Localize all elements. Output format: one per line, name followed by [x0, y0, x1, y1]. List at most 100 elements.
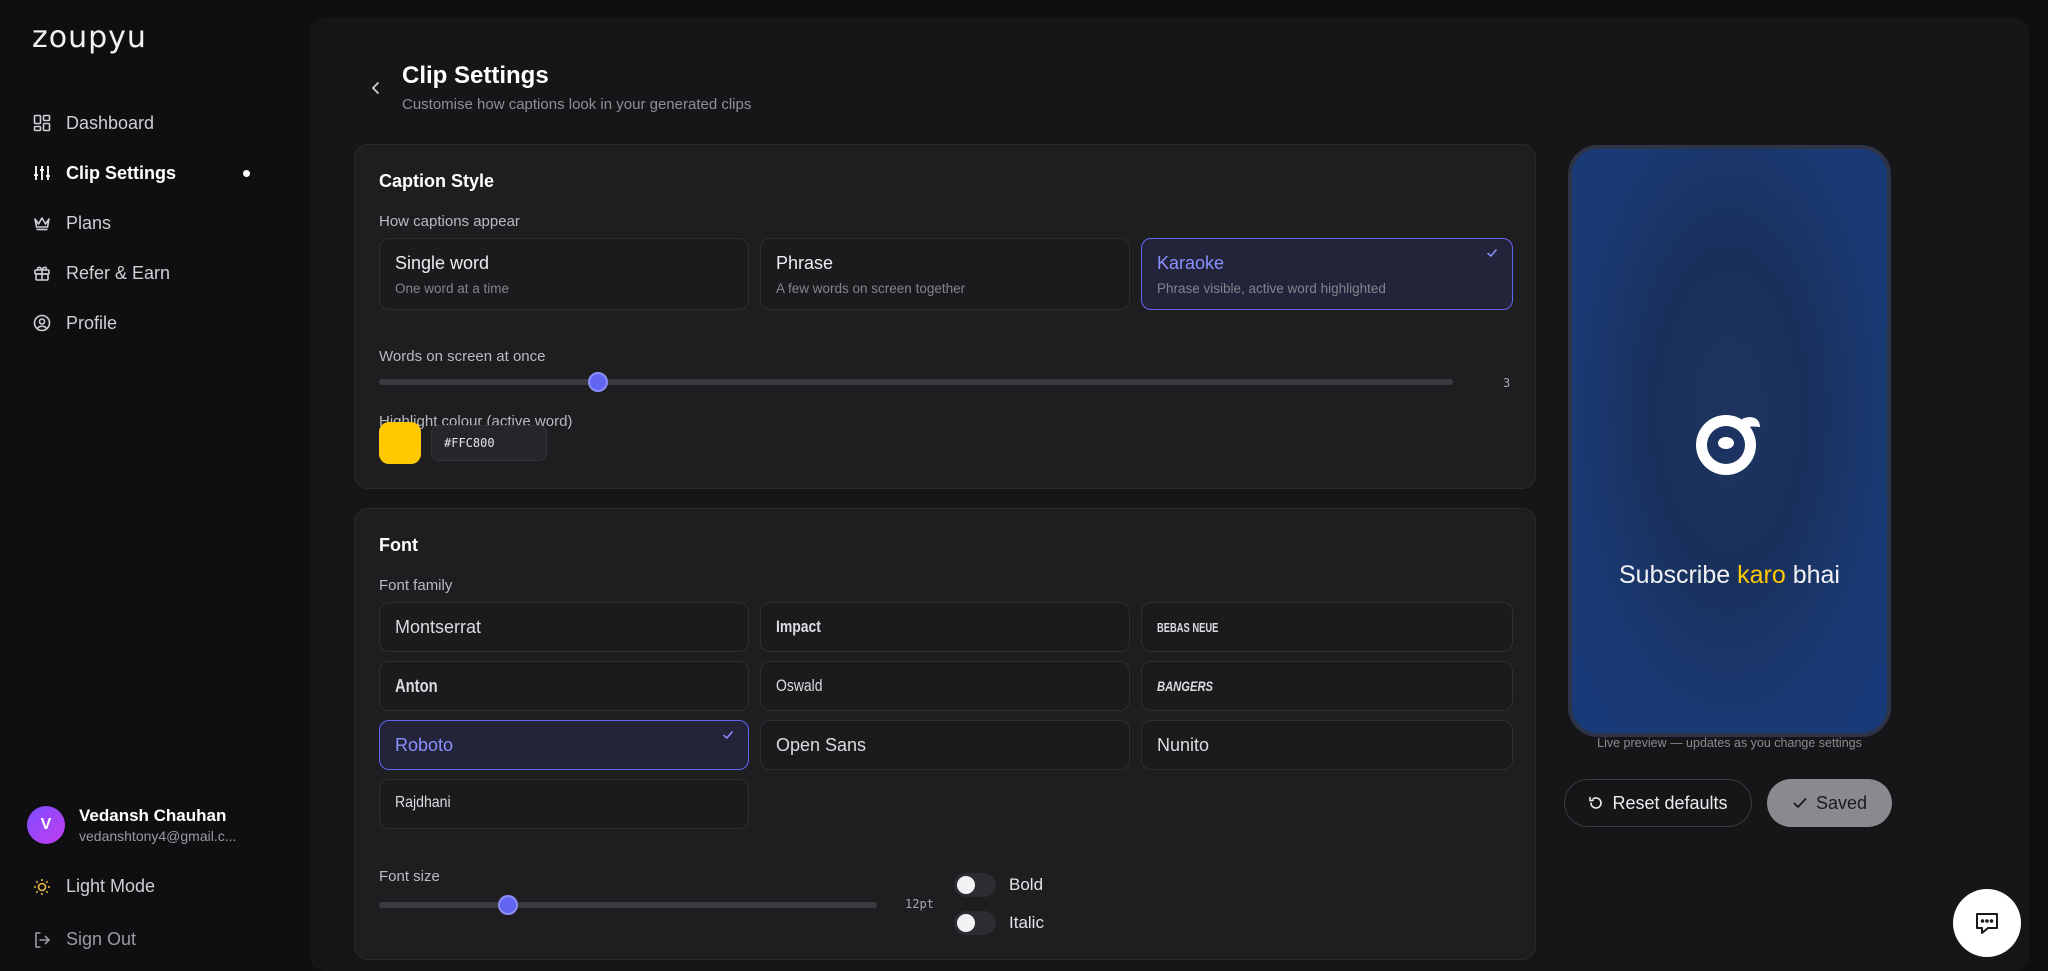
page-subtitle: Customise how captions look in your gene…	[402, 96, 752, 113]
font-size-slider-track[interactable]	[379, 902, 877, 908]
crown-icon	[32, 213, 52, 233]
words-slider-value: 3	[1503, 376, 1511, 390]
highlight-colour-swatch[interactable]	[379, 422, 421, 464]
sidebar: zoupyu Dashboard Clip Settings Plans Ref…	[0, 0, 300, 971]
option-desc: One word at a time	[395, 281, 510, 296]
page-title: Clip Settings	[402, 62, 549, 89]
sidebar-item-profile[interactable]: Profile	[30, 298, 270, 348]
font-option-montserrat[interactable]: Montserrat	[379, 602, 749, 652]
font-option-label: Roboto	[395, 735, 454, 755]
user-name: Vedansh Chauhan	[79, 806, 227, 825]
font-option-roboto[interactable]: Roboto	[379, 720, 749, 770]
font-option-anton[interactable]: Anton	[379, 661, 749, 711]
saved-label: Saved	[1815, 792, 1868, 813]
caption-style-card: Caption Style How captions appear Single…	[354, 144, 1536, 489]
font-option-nunito[interactable]: Nunito	[1141, 720, 1513, 770]
chevron-left-icon	[371, 82, 379, 94]
font-option-label: BEBAS NEUE	[1157, 620, 1219, 635]
caption-after: bhai	[1785, 561, 1840, 589]
highlight-hex-input[interactable]	[431, 425, 547, 461]
font-option-label: Open Sans	[776, 735, 867, 755]
sidebar-item-plans[interactable]: Plans	[30, 198, 270, 248]
font-size-label: Font size	[379, 868, 440, 885]
caption-highlight-word: karo	[1737, 561, 1786, 589]
font-option-rajdhani[interactable]: Rajdhani	[379, 779, 749, 829]
caption-before: Subscribe	[1619, 561, 1738, 589]
font-option-bebas-neue[interactable]: BEBAS NEUE	[1141, 602, 1513, 652]
chat-support-button[interactable]	[1953, 889, 2021, 957]
font-option-impact[interactable]: Impact	[760, 602, 1130, 652]
caption-style-title: Caption Style	[379, 171, 495, 191]
sun-icon	[32, 877, 52, 897]
user-email: vedanshtony4@gmail.c...	[79, 828, 237, 844]
light-mode-label: Light Mode	[66, 876, 156, 896]
reset-defaults-label: Reset defaults	[1612, 792, 1728, 813]
app-logo[interactable]: zoupyu	[32, 20, 147, 55]
sidebar-item-label: Dashboard	[66, 112, 155, 133]
sidebar-item-label: Clip Settings	[66, 162, 177, 183]
main-panel: Clip Settings Customise how captions loo…	[310, 18, 2029, 971]
sign-out-label: Sign Out	[66, 929, 137, 949]
font-card: Font Font family Montserrat Impact BEBAS…	[354, 508, 1536, 960]
how-captions-label: How captions appear	[379, 213, 520, 230]
font-option-open-sans[interactable]: Open Sans	[760, 720, 1130, 770]
sliders-icon	[32, 163, 52, 183]
font-family-label: Font family	[379, 577, 453, 594]
light-mode-toggle[interactable]: Light Mode	[32, 876, 155, 897]
font-option-label: Rajdhani	[395, 794, 451, 811]
font-option-label: BANGERS	[1157, 678, 1214, 694]
font-option-oswald[interactable]: Oswald	[760, 661, 1130, 711]
bold-label: Bold	[1009, 875, 1044, 894]
preview-note: Live preview — updates as you change set…	[1597, 736, 1862, 750]
words-on-screen-label: Words on screen at once	[379, 348, 546, 365]
app-mark-icon	[1696, 415, 1760, 475]
gift-icon	[32, 263, 52, 283]
option-title: Phrase	[776, 253, 834, 273]
sidebar-item-dashboard[interactable]: Dashboard	[30, 98, 270, 148]
bold-toggle[interactable]	[954, 873, 996, 897]
check-icon	[723, 731, 733, 740]
option-title: Karaoke	[1157, 253, 1225, 273]
reset-icon	[1588, 795, 1604, 811]
sign-out-icon	[32, 930, 52, 950]
user-info: Vedansh Chauhan vedanshtony4@gmail.c...	[79, 806, 236, 844]
sidebar-item-label: Profile	[66, 312, 118, 333]
check-icon	[1792, 795, 1808, 811]
reset-defaults-button[interactable]: Reset defaults	[1564, 779, 1752, 827]
font-option-label: Anton	[395, 676, 438, 696]
font-option-bangers[interactable]: BANGERS	[1141, 661, 1513, 711]
toggle-knob	[957, 914, 975, 932]
font-size-value: 12pt	[905, 897, 934, 911]
saved-button[interactable]: Saved	[1767, 779, 1892, 827]
phone-preview: Subscribe karo bhai	[1568, 145, 1891, 737]
words-slider-thumb[interactable]	[588, 372, 608, 392]
toggle-knob	[957, 876, 975, 894]
check-icon	[1487, 249, 1497, 258]
back-button[interactable]	[364, 76, 388, 100]
caption-option-single-word[interactable]: Single word One word at a time	[379, 238, 749, 310]
sign-out-button[interactable]: Sign Out	[32, 929, 136, 950]
option-desc: Phrase visible, active word highlighted	[1157, 281, 1386, 296]
sidebar-item-label: Refer & Earn	[66, 262, 171, 283]
italic-toggle[interactable]	[954, 911, 996, 935]
user-profile[interactable]: V Vedansh Chauhan vedanshtony4@gmail.c..…	[27, 806, 236, 844]
sidebar-nav: Dashboard Clip Settings Plans Refer & Ea…	[30, 98, 270, 348]
option-title: Single word	[395, 253, 490, 273]
font-option-label: Impact	[776, 617, 821, 636]
words-slider-track[interactable]	[379, 379, 1453, 385]
font-size-slider-thumb[interactable]	[498, 895, 518, 915]
sidebar-item-refer-earn[interactable]: Refer & Earn	[30, 248, 270, 298]
font-option-label: Montserrat	[395, 617, 482, 637]
font-option-label: Oswald	[776, 676, 823, 695]
chat-icon	[1976, 913, 1998, 934]
option-desc: A few words on screen together	[776, 281, 966, 296]
caption-option-karaoke[interactable]: Karaoke Phrase visible, active word high…	[1141, 238, 1513, 310]
sidebar-item-clip-settings[interactable]: Clip Settings	[30, 148, 270, 198]
caption-option-phrase[interactable]: Phrase A few words on screen together	[760, 238, 1130, 310]
dashboard-icon	[32, 113, 52, 133]
italic-label: Italic	[1009, 913, 1044, 932]
avatar: V	[27, 806, 65, 844]
user-circle-icon	[32, 313, 52, 333]
active-indicator-dot	[243, 170, 250, 177]
sidebar-item-label: Plans	[66, 212, 112, 233]
